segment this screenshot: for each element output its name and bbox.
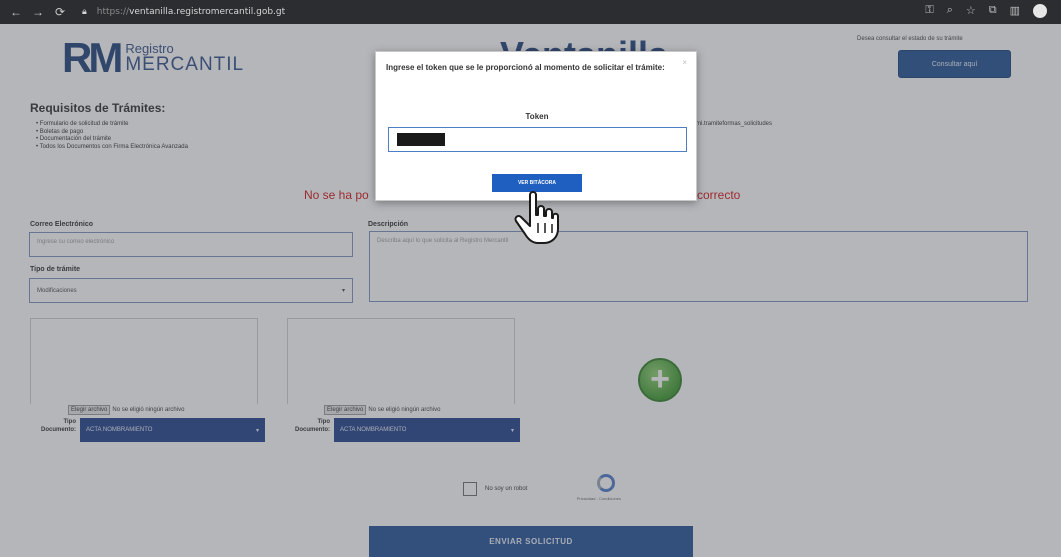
- forward-icon[interactable]: →: [30, 5, 46, 19]
- back-icon[interactable]: ←: [8, 5, 24, 19]
- star-icon[interactable]: ☆: [966, 4, 976, 18]
- redaction-block: [397, 133, 445, 146]
- hand-pointer-icon: [514, 191, 559, 244]
- token-modal: × Ingrese el token que se le proporcionó…: [375, 51, 697, 201]
- token-input[interactable]: [388, 127, 687, 152]
- address-bar[interactable]: 🔒︎ https:// ventanilla.registromercantil…: [82, 7, 285, 17]
- close-icon[interactable]: ×: [682, 58, 687, 67]
- reload-icon[interactable]: ⟳: [52, 5, 68, 19]
- key-icon[interactable]: ⚿: [925, 4, 933, 18]
- extensions-icon[interactable]: ⧉: [989, 4, 997, 18]
- url-scheme: https://: [96, 7, 130, 17]
- url-host: ventanilla.registromercantil.gob.gt: [129, 7, 286, 17]
- lock-icon: 🔒︎: [82, 7, 87, 17]
- token-label: Token: [525, 112, 549, 121]
- sidebar-icon[interactable]: ▥: [1010, 4, 1020, 18]
- modal-message: Ingrese el token que se le proporcionó a…: [386, 63, 665, 72]
- browser-toolbar: ← → ⟳ 🔒︎ https:// ventanilla.registromer…: [0, 0, 1061, 24]
- zoom-icon[interactable]: ⌕: [947, 4, 953, 18]
- profile-avatar[interactable]: [1033, 4, 1047, 18]
